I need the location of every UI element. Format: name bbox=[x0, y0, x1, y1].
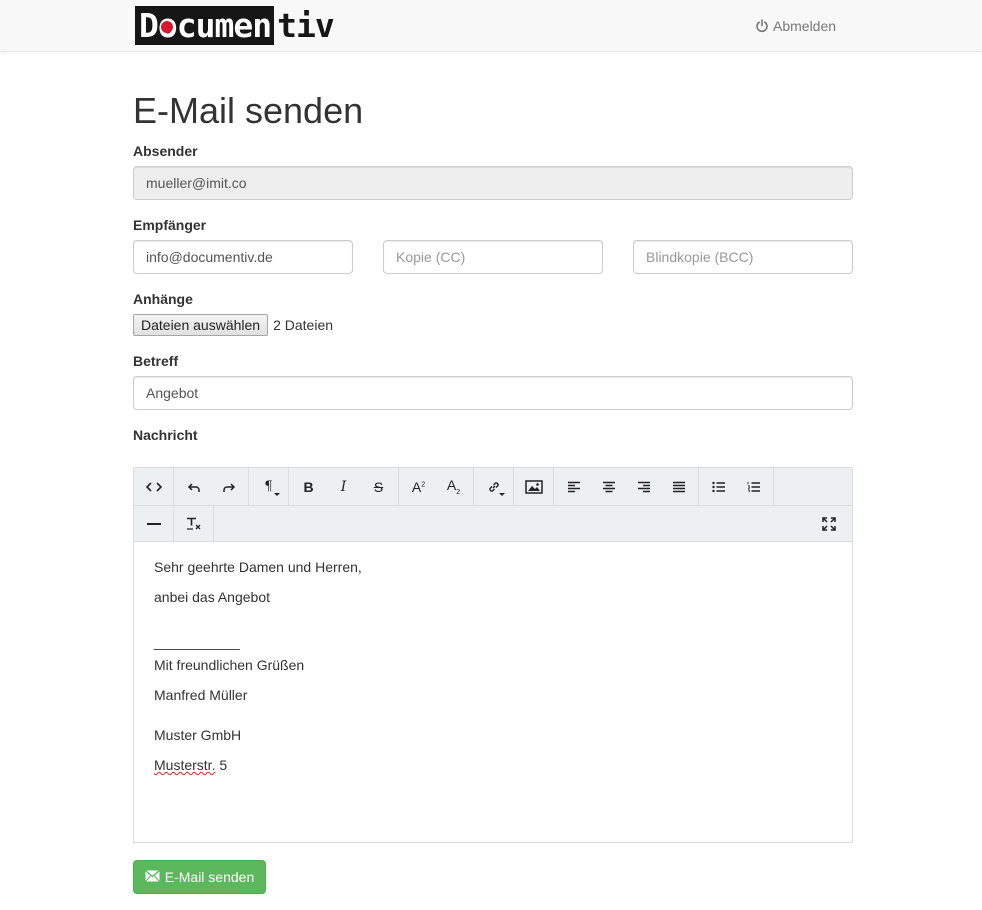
toolbar-group-clear bbox=[174, 506, 214, 541]
message-company: Muster GmbH bbox=[154, 727, 242, 743]
empty-line-2 bbox=[154, 715, 832, 725]
logo-red-dot bbox=[161, 21, 174, 34]
sender-value: mueller@imit.co bbox=[146, 175, 247, 191]
editor-content[interactable]: Sehr geehrte Damen und Herren, anbei das… bbox=[134, 542, 852, 800]
unordered-list-icon[interactable] bbox=[701, 468, 736, 505]
message-street: Musterstr. 5 bbox=[154, 755, 832, 775]
cc-placeholder: Kopie (CC) bbox=[396, 249, 466, 265]
toolbar-group-format: B I S bbox=[289, 468, 399, 505]
power-icon bbox=[755, 19, 769, 33]
toolbar-group-image bbox=[514, 468, 554, 505]
page-title: E-Mail senden bbox=[133, 90, 364, 131]
signature-separator: ___________ bbox=[154, 634, 240, 650]
code-view-icon[interactable] bbox=[136, 468, 171, 505]
chevron-down-icon bbox=[499, 493, 505, 496]
sender-label: Absender bbox=[133, 143, 198, 159]
message-closing: Mit freundlichen Grüßen bbox=[154, 657, 305, 673]
logo-rest: cumen bbox=[176, 6, 272, 45]
align-center-icon[interactable] bbox=[591, 468, 626, 505]
superscript-icon[interactable]: A2 bbox=[401, 468, 436, 505]
message-body: anbei das Angebot bbox=[154, 589, 270, 605]
toolbar-group-history bbox=[174, 468, 249, 505]
subject-field[interactable]: Angebot bbox=[133, 376, 853, 410]
image-icon[interactable] bbox=[516, 468, 551, 505]
recipients-label: Empfänger bbox=[133, 217, 207, 233]
link-icon[interactable] bbox=[476, 468, 511, 505]
envelope-icon bbox=[144, 869, 160, 885]
bcc-placeholder: Blindkopie (BCC) bbox=[646, 249, 754, 265]
logout-link[interactable]: Abmelden bbox=[755, 16, 836, 36]
undo-icon[interactable] bbox=[176, 468, 211, 505]
sender-field[interactable]: mueller@imit.co bbox=[133, 166, 853, 200]
align-right-icon[interactable] bbox=[626, 468, 661, 505]
send-email-label: E-Mail senden bbox=[164, 869, 255, 885]
paragraph-icon[interactable]: ¶ bbox=[251, 468, 286, 505]
toolbar-group-link bbox=[474, 468, 514, 505]
message-name: Manfred Müller bbox=[154, 687, 248, 703]
editor-toolbar: ¶ B I S A2 A2 bbox=[134, 468, 852, 542]
send-email-button[interactable]: E-Mail senden bbox=[133, 860, 266, 894]
redo-icon[interactable] bbox=[211, 468, 246, 505]
toolbar-group-script: A2 A2 bbox=[399, 468, 474, 505]
toolbar-group-align bbox=[554, 468, 699, 505]
fullscreen-icon[interactable] bbox=[811, 506, 846, 541]
subscript-icon[interactable]: A2 bbox=[436, 468, 471, 505]
italic-icon[interactable]: I bbox=[326, 468, 361, 505]
logo-dark-part: Documen bbox=[135, 6, 275, 45]
bold-icon[interactable]: B bbox=[291, 468, 326, 505]
logo-light-part: tiv bbox=[277, 6, 335, 45]
align-justify-icon[interactable] bbox=[661, 468, 696, 505]
message-greeting: Sehr geehrte Damen und Herren, bbox=[154, 559, 362, 575]
strikethrough-icon[interactable]: S bbox=[361, 468, 396, 505]
documentiv-logo[interactable]: Documen tiv bbox=[135, 6, 335, 45]
subject-label: Betreff bbox=[133, 353, 179, 369]
street-number: 5 bbox=[215, 757, 228, 773]
message-label: Nachricht bbox=[133, 427, 198, 443]
top-navbar: Documen tiv Abmelden bbox=[0, 0, 982, 52]
clear-format-icon[interactable] bbox=[176, 506, 211, 541]
logout-label: Abmelden bbox=[773, 18, 837, 34]
toolbar-row-2 bbox=[134, 505, 852, 541]
logo-letter-o: o bbox=[158, 6, 178, 45]
cc-field[interactable]: Kopie (CC) bbox=[383, 240, 603, 274]
subject-value: Angebot bbox=[146, 385, 199, 401]
file-input: Dateien auswählen 2 Dateien bbox=[133, 314, 333, 336]
to-field[interactable]: info@documentiv.de bbox=[133, 240, 353, 274]
horizontal-rule-icon[interactable] bbox=[136, 506, 171, 541]
toolbar-group-paragraph: ¶ bbox=[249, 468, 289, 505]
toolbar-group-lists bbox=[699, 468, 774, 505]
spellcheck-word: Musterstr. bbox=[154, 757, 216, 773]
chevron-down-icon bbox=[274, 493, 280, 496]
to-value: info@documentiv.de bbox=[146, 249, 273, 265]
attachments-label: Anhänge bbox=[133, 291, 193, 307]
logo-letter-d: D bbox=[139, 6, 159, 45]
bcc-field[interactable]: Blindkopie (BCC) bbox=[633, 240, 853, 274]
ordered-list-icon[interactable] bbox=[736, 468, 771, 505]
rich-text-editor: ¶ B I S A2 A2 Sehr geehrte Damen und Her… bbox=[133, 467, 853, 843]
toolbar-group-code bbox=[134, 468, 174, 505]
toolbar-group-hr bbox=[134, 506, 174, 541]
file-status: 2 Dateien bbox=[273, 317, 334, 333]
toolbar-row-1: ¶ B I S A2 A2 bbox=[134, 468, 852, 505]
choose-files-button[interactable]: Dateien auswählen bbox=[133, 314, 269, 336]
align-left-icon[interactable] bbox=[556, 468, 591, 505]
